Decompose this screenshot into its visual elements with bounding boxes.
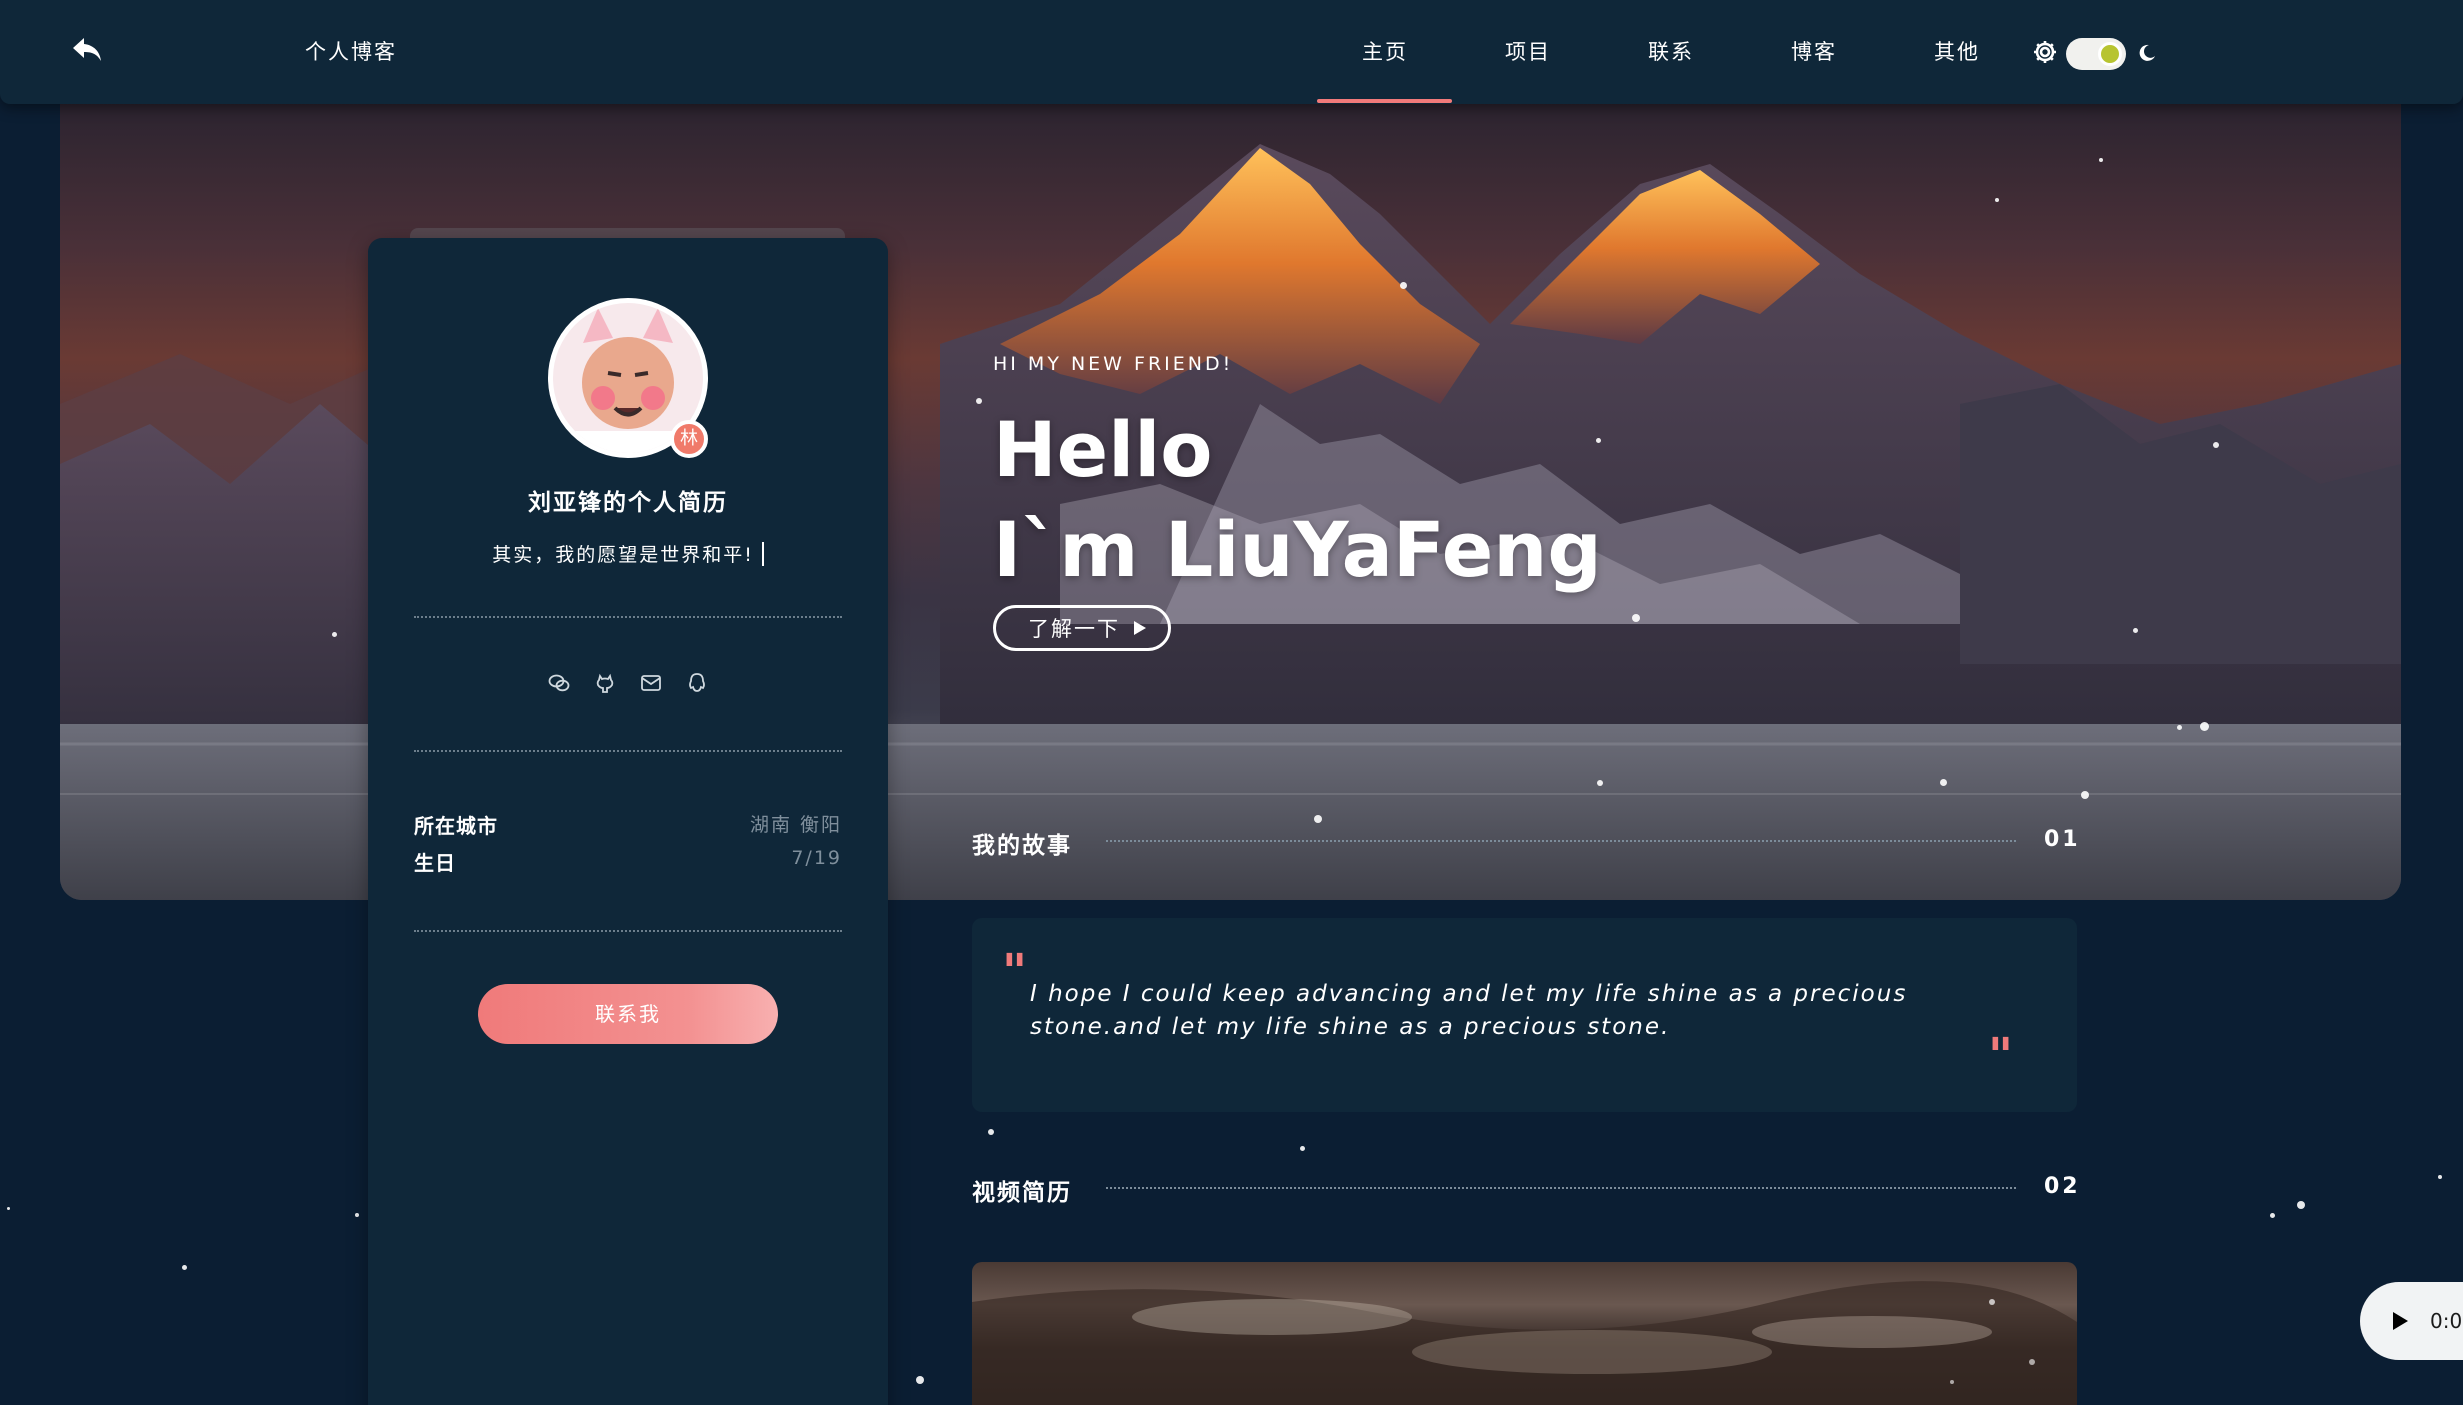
- section-divider: [1106, 840, 2016, 842]
- video-preview[interactable]: [972, 1262, 2077, 1405]
- avatar-badge: 林: [670, 420, 708, 458]
- mail-icon[interactable]: [640, 672, 662, 694]
- back-arrow-icon[interactable]: [70, 34, 106, 66]
- audio-time: 0:00: [2430, 1309, 2463, 1333]
- wechat-icon[interactable]: [548, 672, 570, 694]
- star: [332, 632, 337, 637]
- star: [1400, 282, 1407, 289]
- info-label-city: 所在城市: [414, 814, 498, 838]
- close-quote-mark: ": [1988, 1028, 2014, 1084]
- star: [2200, 722, 2209, 731]
- star: [2133, 628, 2138, 633]
- star: [2297, 1201, 2305, 1209]
- divider: [414, 750, 842, 752]
- star: [7, 1207, 10, 1210]
- video-frame: [972, 1281, 2077, 1405]
- contact-me-button[interactable]: 联系我: [478, 984, 778, 1044]
- hero-title-line-2: I`m LiuYaFeng: [993, 505, 1602, 594]
- open-quote-mark: ": [1002, 944, 1028, 1000]
- star: [1995, 198, 1999, 202]
- nav-item-blog[interactable]: 博客: [1791, 36, 1837, 66]
- star: [182, 1265, 187, 1270]
- social-links: [368, 672, 888, 694]
- moon-icon: [2137, 43, 2157, 63]
- top-navigation: 个人博客 主页 项目 联系 博客 其他: [0, 0, 2463, 104]
- star: [1597, 780, 1603, 786]
- star: [2177, 725, 2182, 730]
- nav-item-projects[interactable]: 项目: [1505, 36, 1551, 66]
- theme-toggle[interactable]: [2066, 38, 2126, 70]
- hero-title-line-1: Hello: [993, 405, 1213, 494]
- section-title-video: 视频简历: [972, 1180, 1072, 1206]
- section-number: 02: [2044, 1174, 2081, 1199]
- divider: [414, 930, 842, 932]
- section-divider: [1106, 1187, 2016, 1189]
- star: [916, 1376, 924, 1384]
- profile-motto-text: 其实，我的愿望是世界和平!: [492, 544, 754, 566]
- profile-motto: 其实，我的愿望是世界和平!: [368, 540, 888, 567]
- learn-more-label: 了解一下: [1028, 617, 1120, 641]
- typing-caret: [761, 542, 764, 566]
- star: [988, 1129, 994, 1135]
- section-number: 01: [2044, 827, 2081, 852]
- star: [2099, 158, 2103, 162]
- star: [1940, 779, 1947, 786]
- gear-icon[interactable]: [2032, 39, 2058, 65]
- star: [2270, 1213, 2275, 1218]
- info-label-birthday: 生日: [414, 851, 456, 875]
- info-value-birthday: 7/19: [791, 847, 842, 869]
- star: [2438, 1175, 2442, 1179]
- star: [355, 1213, 359, 1217]
- star: [1632, 614, 1640, 622]
- nav-item-home[interactable]: 主页: [1362, 36, 1408, 66]
- star: [976, 398, 982, 404]
- star: [1300, 1146, 1305, 1151]
- star: [1596, 438, 1601, 443]
- nav-item-contact[interactable]: 联系: [1648, 36, 1694, 66]
- site-brand[interactable]: 个人博客: [305, 36, 397, 66]
- active-nav-indicator: [1317, 99, 1452, 103]
- toggle-knob: [2098, 42, 2122, 66]
- github-icon[interactable]: [594, 672, 616, 694]
- star: [2081, 791, 2089, 799]
- audio-player[interactable]: 0:00: [2360, 1282, 2463, 1360]
- quote-card: " I hope I could keep advancing and let …: [972, 918, 2077, 1112]
- star: [2213, 442, 2219, 448]
- nav-item-other[interactable]: 其他: [1934, 36, 1980, 66]
- star: [1314, 815, 1322, 823]
- play-arrow-icon: [1134, 621, 1146, 635]
- play-icon[interactable]: [2393, 1312, 2408, 1330]
- qq-icon[interactable]: [686, 672, 708, 694]
- hero-title: Hello I`m LiuYaFeng: [993, 400, 1602, 600]
- info-value-city: 湖南 衡阳: [749, 814, 842, 836]
- divider: [414, 616, 842, 618]
- profile-card: 林 刘亚锋的个人简历 其实，我的愿望是世界和平! 所在城市 湖南 衡阳 生日 7…: [368, 238, 888, 1405]
- section-title-story: 我的故事: [972, 833, 1072, 859]
- quote-text: I hope I could keep advancing and let my…: [1030, 981, 1908, 1040]
- learn-more-button[interactable]: 了解一下: [993, 605, 1171, 651]
- hero-eyebrow: HI MY NEW FRIEND!: [993, 353, 1234, 375]
- profile-name: 刘亚锋的个人简历: [528, 490, 728, 516]
